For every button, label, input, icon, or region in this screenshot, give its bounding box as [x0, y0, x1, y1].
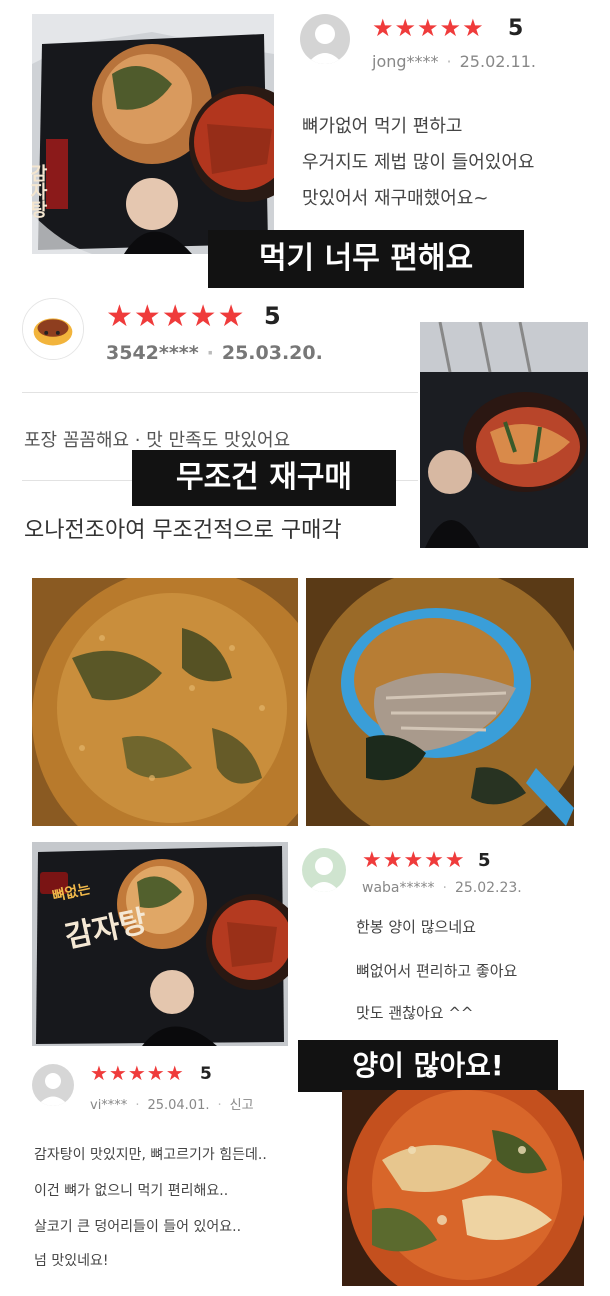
star-rating: ★★★★★	[362, 847, 466, 873]
review-text-line: 뼈없어서 편리하고 좋아요	[356, 962, 518, 980]
review-text-line: 맛도 괜찮아요 ^^	[356, 1004, 474, 1022]
review-date: 25.02.11.	[459, 52, 536, 71]
review-text-line: 우거지도 제법 많이 들어있어요	[302, 152, 535, 173]
highlight-banner: 양이 많아요!	[298, 1040, 558, 1092]
avatar-default	[32, 1064, 74, 1106]
review-text-line: 한봉 양이 많으네요	[356, 918, 476, 936]
review-date: 25.04.01.	[147, 1098, 210, 1113]
review-text-line: 살코기 큰 덩어리들이 들어 있어요..	[34, 1219, 242, 1235]
rating-score: 5	[264, 302, 281, 330]
review-tags: 포장 꼼꼼해요 · 맛 만족도 맛있어요	[24, 430, 291, 451]
highlight-banner: 먹기 너무 편해요	[208, 230, 524, 288]
report-link[interactable]: 신고	[230, 1098, 254, 1113]
avatar-default	[300, 14, 350, 64]
avatar-default	[302, 848, 346, 892]
avatar-sweet-potato	[22, 298, 84, 360]
review-text-line: 맛있어서 재구매했어요~	[302, 188, 489, 209]
star-rating: ★★★★★	[90, 1061, 185, 1085]
reviewer-name: vi****	[90, 1098, 128, 1113]
package-title-partial: 감자탕	[27, 164, 48, 218]
reviewer-name: jong****	[372, 52, 439, 71]
review-text-line: 넘 맛있네요!	[34, 1253, 109, 1269]
review-photo-meat-spoon[interactable]	[306, 578, 574, 826]
star-rating: ★★★★★	[372, 14, 485, 42]
review-meta: jong**** · 25.02.11.	[372, 52, 536, 71]
reviewer-name: 3542****	[106, 342, 199, 364]
divider	[22, 392, 418, 393]
review-meta: 3542**** · 25.03.20.	[106, 342, 323, 364]
rating-score: 5	[200, 1064, 212, 1084]
review-meta: waba***** · 25.02.23.	[362, 880, 522, 896]
rating-score: 5	[478, 850, 491, 871]
review-date: 25.02.23.	[454, 880, 522, 896]
review-text: 오나전조아여 무조건적으로 구매각	[24, 518, 342, 543]
review-photo-package[interactable]	[420, 322, 588, 548]
review-text-line: 이건 뼈가 없으니 먹기 편리해요..	[34, 1183, 229, 1199]
review-photo-soup[interactable]	[32, 578, 298, 826]
review-photo-stew[interactable]	[342, 1090, 584, 1286]
review-text-line: 뼈가없어 먹기 편하고	[302, 116, 463, 137]
review-date: 25.03.20.	[221, 342, 323, 364]
highlight-banner: 무조건 재구매	[132, 450, 396, 506]
rating-score: 5	[508, 16, 524, 41]
review-meta: vi**** · 25.04.01. · 신고	[90, 1098, 254, 1113]
reviewer-name: waba*****	[362, 880, 435, 896]
review-photo-package[interactable]	[32, 14, 274, 254]
review-text-line: 감자탕이 맛있지만, 뼈고르기가 힘든데..	[34, 1147, 267, 1163]
star-rating: ★★★★★	[106, 298, 246, 334]
